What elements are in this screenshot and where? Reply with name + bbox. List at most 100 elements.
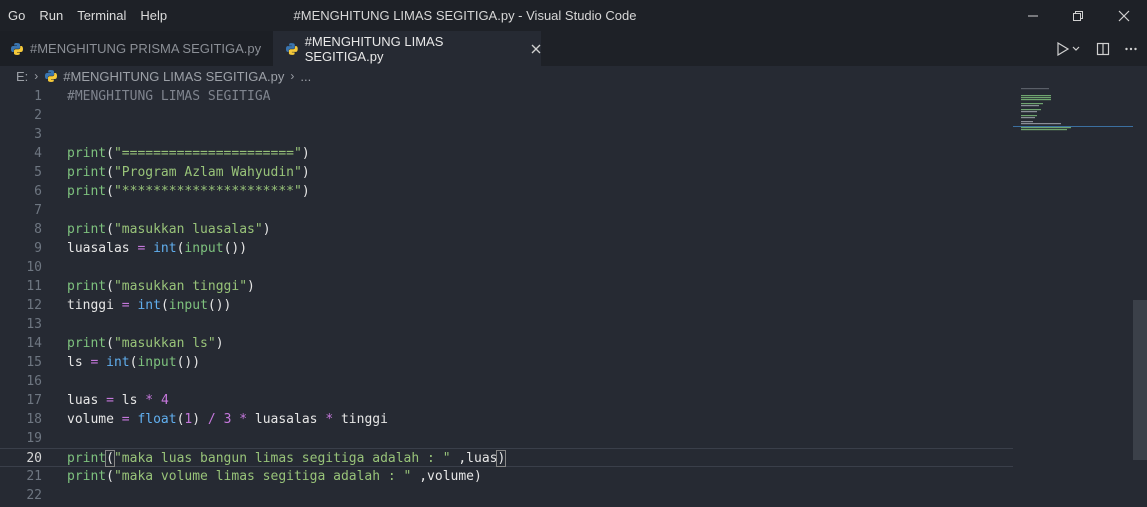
code-token: print bbox=[67, 469, 107, 484]
code-token: ) bbox=[474, 469, 482, 484]
scrollbar-thumb[interactable] bbox=[1133, 300, 1147, 460]
code-line[interactable]: 3 bbox=[0, 125, 1013, 144]
line-number: 13 bbox=[26, 317, 42, 332]
code-line[interactable]: 9 luasalas = int(input()) bbox=[0, 239, 1013, 258]
code-line[interactable]: 11 print("masukkan tinggi") bbox=[0, 277, 1013, 296]
line-number: 8 bbox=[34, 222, 42, 237]
code-token: input bbox=[168, 298, 208, 313]
code-line[interactable]: 17 luas = ls * 4 bbox=[0, 391, 1013, 410]
breadcrumb-file[interactable]: #MENGHITUNG LIMAS SEGITIGA.py bbox=[63, 69, 284, 84]
run-button[interactable] bbox=[1053, 37, 1087, 61]
line-number: 9 bbox=[34, 241, 42, 256]
code-line[interactable]: 22 bbox=[0, 486, 1013, 505]
code-token: ()) bbox=[223, 241, 248, 256]
code-token: ) bbox=[215, 336, 224, 351]
code-line[interactable]: 16 bbox=[0, 372, 1013, 391]
code-line[interactable]: 6 print("**********************") bbox=[0, 182, 1013, 201]
code-token: = bbox=[106, 393, 114, 408]
close-icon bbox=[531, 44, 541, 53]
code-text: luasalas = int(input()) bbox=[67, 239, 247, 258]
code-text: ls = int(input()) bbox=[67, 353, 200, 372]
code-line[interactable]: 19 bbox=[0, 429, 1013, 448]
code-token: ( bbox=[106, 165, 114, 180]
code-text: tinggi = int(input()) bbox=[67, 296, 231, 315]
code-line[interactable]: 21 print("maka volume limas segitiga adal… bbox=[0, 467, 1013, 486]
line-number: 2 bbox=[34, 108, 42, 123]
code-token: print bbox=[67, 146, 107, 161]
line-number: 22 bbox=[26, 488, 42, 503]
line-number: 18 bbox=[26, 412, 42, 427]
minimize-button[interactable] bbox=[1010, 0, 1056, 31]
ellipsis-icon bbox=[1125, 47, 1137, 50]
code-token: "======================" bbox=[113, 146, 302, 161]
code-line[interactable]: 12 tinggi = int(input()) bbox=[0, 296, 1013, 315]
code-token: / bbox=[207, 412, 216, 427]
code-token: print bbox=[67, 184, 107, 199]
code-token: int bbox=[137, 298, 161, 313]
code-token: ) bbox=[247, 279, 255, 294]
code-line[interactable]: 14 print("masukkan ls") bbox=[0, 334, 1013, 353]
code-line[interactable]: 7 bbox=[0, 201, 1013, 220]
line-number: 19 bbox=[26, 431, 42, 446]
code-token: int bbox=[106, 355, 130, 370]
line-number: 11 bbox=[26, 279, 42, 294]
code-line[interactable]: 1 #MENGHITUNG LIMAS SEGITIGA bbox=[0, 87, 1013, 106]
code-token: print bbox=[67, 451, 107, 466]
code-token: print bbox=[67, 222, 107, 237]
more-actions-button[interactable] bbox=[1119, 37, 1143, 61]
line-number: 5 bbox=[34, 165, 42, 180]
python-file-icon bbox=[45, 70, 58, 82]
code-line[interactable]: 20 print("maka luas bangun limas segitiga… bbox=[0, 448, 1013, 467]
code-token: * bbox=[239, 412, 248, 427]
code-line[interactable]: 5 print("Program Azlam Wahyudin") bbox=[0, 163, 1013, 182]
python-file-icon bbox=[11, 42, 23, 55]
title-bar: Go Run Terminal Help #MENGHITUNG LIMAS S… bbox=[0, 0, 1147, 31]
breadcrumb-symbols[interactable]: ... bbox=[300, 69, 311, 84]
code-token: ) bbox=[262, 222, 271, 237]
code-line[interactable]: 18 volume = float(1) / 3 * luasalas * tin… bbox=[0, 410, 1013, 429]
code-token: ls bbox=[113, 393, 146, 408]
code-token: ()) bbox=[207, 298, 232, 313]
play-icon bbox=[1057, 41, 1080, 56]
line-number: 14 bbox=[26, 336, 42, 351]
code-line[interactable]: 15 ls = int(input()) bbox=[0, 353, 1013, 372]
code-token: ) bbox=[496, 450, 507, 467]
restore-button[interactable] bbox=[1055, 0, 1101, 31]
code-text: luas = ls * 4 bbox=[67, 391, 169, 410]
code-line[interactable]: 8 print("masukkan luasalas") bbox=[0, 220, 1013, 239]
line-number: 16 bbox=[26, 374, 42, 389]
code-text: volume = float(1) / 3 * luasalas * tingg… bbox=[67, 410, 388, 429]
code-line[interactable]: 13 bbox=[0, 315, 1013, 334]
code-line[interactable]: 2 bbox=[0, 106, 1013, 125]
tab-prisma[interactable]: #MENGHITUNG PRISMA SEGITIGA.py bbox=[0, 31, 273, 66]
code-token: 4 bbox=[160, 393, 169, 408]
code-token: volume bbox=[67, 412, 122, 427]
code-editor[interactable]: 1 #MENGHITUNG LIMAS SEGITIGA 2 3 4 print("===… bbox=[0, 86, 1147, 507]
split-editor-button[interactable] bbox=[1091, 37, 1115, 61]
code-token: ()) bbox=[176, 355, 201, 370]
close-window-button[interactable] bbox=[1101, 0, 1147, 31]
code-line[interactable]: 4 print("======================") bbox=[0, 144, 1013, 163]
code-text: print("maka volume limas segitiga adalah… bbox=[67, 467, 482, 486]
code-token: "masukkan ls" bbox=[113, 336, 216, 351]
code-token: ,luas bbox=[450, 451, 498, 466]
code-token: luas bbox=[67, 393, 107, 408]
line-number: 12 bbox=[26, 298, 42, 313]
code-token: "**********************" bbox=[113, 184, 302, 199]
minimap[interactable] bbox=[1013, 86, 1133, 507]
code-line[interactable]: 10 bbox=[0, 258, 1013, 277]
line-number: 1 bbox=[34, 89, 42, 104]
close-tab-button[interactable] bbox=[531, 44, 541, 54]
code-token: print bbox=[67, 336, 107, 351]
code-token: ls bbox=[67, 355, 91, 370]
code-token: "masukkan tinggi" bbox=[113, 279, 248, 294]
minimize-icon bbox=[1028, 15, 1038, 16]
code-token: ( bbox=[106, 146, 114, 161]
breadcrumb-drive[interactable]: E: bbox=[16, 69, 28, 84]
tab-limas[interactable]: #MENGHITUNG LIMAS SEGITIGA.py bbox=[273, 31, 541, 66]
code-token: ( bbox=[106, 279, 114, 294]
code-token: "masukkan luasalas" bbox=[113, 222, 263, 237]
chevron-right-icon: › bbox=[34, 69, 39, 83]
